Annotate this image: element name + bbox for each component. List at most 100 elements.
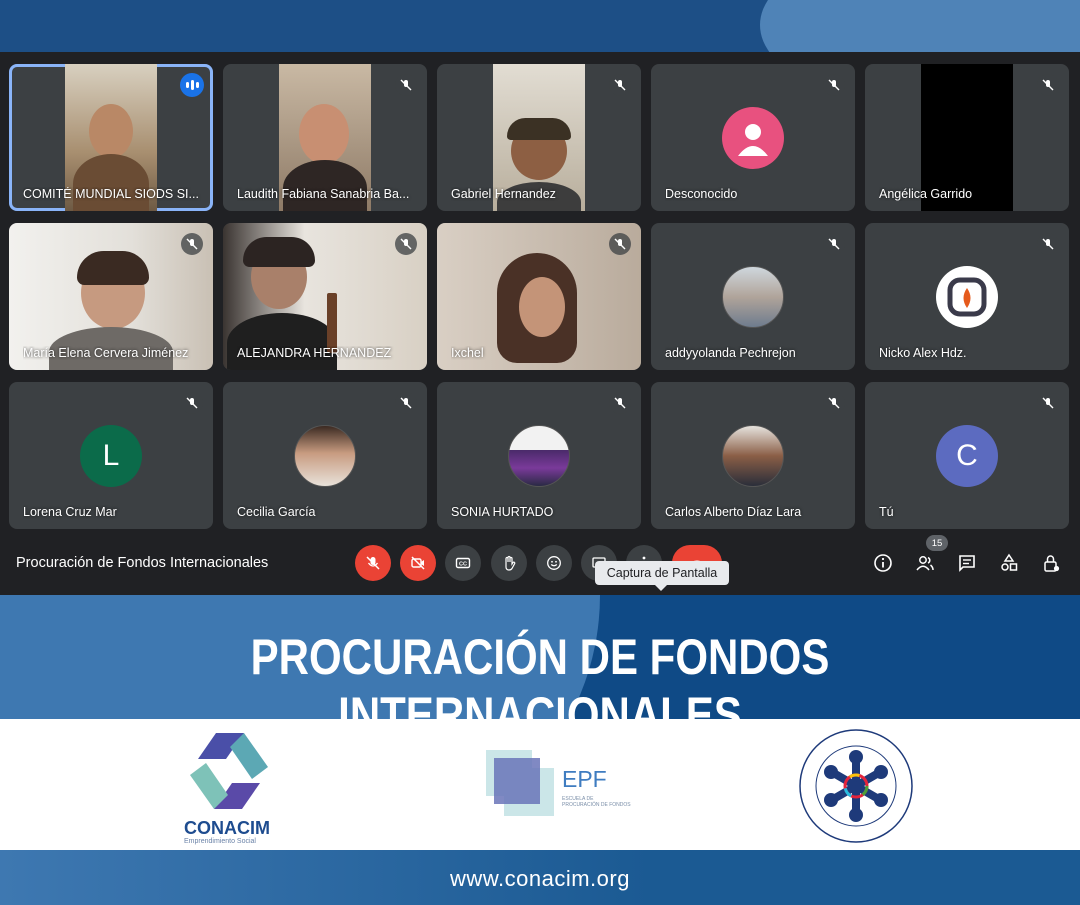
avatar-letter: C [936, 425, 998, 487]
activities-button[interactable] [997, 551, 1021, 575]
mic-off-icon [609, 233, 631, 255]
emoji-button[interactable] [536, 545, 572, 581]
epf-logo [486, 750, 554, 816]
participant-count-badge: 15 [926, 535, 948, 551]
participant-avatar-photo [294, 425, 356, 487]
participant-name: Cecilia García [237, 505, 316, 519]
participant-name: Laudith Fabiana Sanabria Ba... [237, 187, 410, 201]
meeting-info-button[interactable] [871, 551, 895, 575]
people-button[interactable] [913, 551, 937, 575]
participant-tile[interactable]: María Elena Cervera Jiménez [9, 223, 213, 370]
raise-hand-button[interactable] [491, 545, 527, 581]
participant-name: Ixchel [451, 346, 484, 360]
logo-avatar [936, 266, 998, 328]
screenshot-tooltip: Captura de Pantalla [595, 561, 729, 591]
epf-wordmark: EPF [562, 766, 607, 792]
mic-off-icon [395, 392, 417, 414]
participant-face [519, 277, 565, 337]
activities-icon [1001, 553, 1018, 571]
participant-name: Tú [879, 505, 894, 519]
conacim-logo [190, 733, 268, 809]
participant-tile[interactable]: Ixchel [437, 223, 641, 370]
participant-face [89, 104, 133, 158]
participant-tile[interactable]: C Tú [865, 382, 1069, 529]
captions-button[interactable]: CC [445, 545, 481, 581]
participant-name: Carlos Alberto Díaz Lara [665, 505, 802, 519]
participant-avatar-photo [508, 425, 570, 487]
participant-tile[interactable]: Laudith Fabiana Sanabria Ba... [223, 64, 427, 211]
participant-cap [507, 118, 571, 140]
participant-tile[interactable]: Carlos Alberto Díaz Lara [651, 382, 855, 529]
participant-avatar-photo [722, 425, 784, 487]
meet-window: COMITÉ MUNDIAL SIODS SI... Laudith Fabia… [0, 52, 1080, 595]
top-banner [0, 0, 1080, 52]
participant-tile[interactable]: L Lorena Cruz Mar [9, 382, 213, 529]
participant-tile[interactable]: ALEJANDRA HERNANDEZ [223, 223, 427, 370]
participant-name: María Elena Cervera Jiménez [23, 346, 189, 360]
participant-tile[interactable]: Angélica Garrido [865, 64, 1069, 211]
person-icon [722, 107, 784, 169]
meeting-title: Procuración de Fondos Internacionales [16, 555, 269, 571]
captions-icon: CC [455, 557, 471, 569]
participant-shoulders [73, 154, 149, 211]
emoji-icon [547, 556, 561, 570]
participant-hair [77, 251, 149, 285]
participant-face [299, 104, 349, 164]
participant-shoulders [283, 160, 367, 211]
participant-tile[interactable]: Nicko Alex Hdz. [865, 223, 1069, 370]
chat-button[interactable] [955, 551, 979, 575]
chat-icon [959, 555, 975, 572]
host-controls-button[interactable] [1039, 551, 1063, 575]
participant-avatar-photo [722, 266, 784, 328]
comite-mundial-seal [799, 729, 913, 843]
camera-toggle-button[interactable] [400, 545, 436, 581]
host-controls-icon [1044, 555, 1060, 572]
participant-tile[interactable]: Gabriel Hernandez [437, 64, 641, 211]
participant-name: addyyolanda Pechrejon [665, 346, 796, 360]
mic-off-icon [1037, 392, 1059, 414]
mic-off-icon [395, 74, 417, 96]
participant-name: Nicko Alex Hdz. [879, 346, 967, 360]
speaking-indicator-icon [180, 73, 204, 97]
epf-tagline: ESCUELA DE PROCURACIÓN DE FONDOS [562, 796, 631, 808]
mic-off-icon [1037, 233, 1059, 255]
banner-swoosh [760, 0, 1080, 52]
mic-off-icon [181, 233, 203, 255]
info-icon [874, 554, 892, 572]
participant-name: Angélica Garrido [879, 187, 973, 201]
participant-grid: COMITÉ MUNDIAL SIODS SI... Laudith Fabia… [9, 64, 1071, 530]
mic-off-icon [609, 74, 631, 96]
mic-toggle-button[interactable] [355, 545, 391, 581]
people-icon [916, 556, 934, 571]
mic-off-icon [1037, 74, 1059, 96]
participant-tile[interactable]: Cecilia García [223, 382, 427, 529]
participant-tile[interactable]: COMITÉ MUNDIAL SIODS SI... [9, 64, 213, 211]
mic-off-icon [181, 392, 203, 414]
camera-off-icon [411, 556, 425, 570]
participant-name: Desconocido [665, 187, 738, 201]
mic-off-icon [823, 392, 845, 414]
participant-name: Lorena Cruz Mar [23, 505, 117, 519]
participant-tile[interactable]: Desconocido [651, 64, 855, 211]
raise-hand-icon [505, 555, 516, 571]
mic-off-icon [366, 556, 380, 570]
background-cross [327, 293, 337, 353]
mic-off-icon [609, 392, 631, 414]
participant-name: ALEJANDRA HERNANDEZ [237, 346, 392, 360]
mic-off-icon [395, 233, 417, 255]
website-url: www.conacim.org [450, 866, 630, 891]
mic-off-icon [823, 233, 845, 255]
svg-text:CC: CC [459, 562, 467, 568]
participant-name: Gabriel Hernandez [451, 187, 556, 201]
mic-off-icon [823, 74, 845, 96]
participant-tile[interactable]: SONIA HURTADO [437, 382, 641, 529]
logos-strip [0, 719, 1080, 850]
participant-shoulders [227, 313, 337, 370]
participant-hair [243, 237, 315, 267]
conacim-tagline: Emprendimiento Social [184, 838, 256, 845]
participant-name: COMITÉ MUNDIAL SIODS SI... [23, 187, 199, 201]
avatar-letter: L [80, 425, 142, 487]
participant-name: SONIA HURTADO [451, 505, 554, 519]
participant-tile[interactable]: addyyolanda Pechrejon [651, 223, 855, 370]
conacim-wordmark: CONACIM [184, 818, 270, 838]
